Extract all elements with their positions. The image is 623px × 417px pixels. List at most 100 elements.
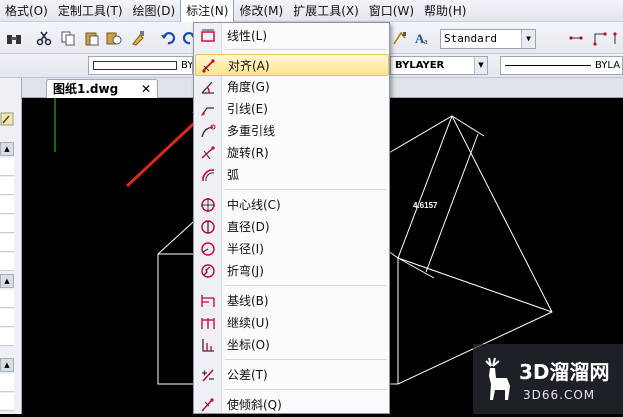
lineweight-value: BYLA: [595, 60, 621, 71]
radius-icon: [201, 242, 215, 256]
palette-group-collapse-icon[interactable]: ▲: [0, 274, 14, 288]
menu-modify[interactable]: 修改(M): [234, 0, 288, 22]
menu-item-label: 角度(G): [227, 80, 270, 94]
menu-item-ordinate[interactable]: 坐标(O): [195, 334, 389, 356]
paste-special-icon[interactable]: [106, 30, 122, 46]
palette-row[interactable]: [0, 290, 14, 308]
palette-edit-icon[interactable]: [0, 112, 14, 126]
linetype-combo[interactable]: BYLAYER ▼: [390, 56, 488, 75]
match-properties-icon[interactable]: [130, 30, 146, 46]
menu-item-radius[interactable]: 半径(I): [195, 238, 389, 260]
dim-style-icon[interactable]: [568, 30, 584, 46]
menu-item-label: 半径(I): [227, 242, 264, 256]
chevron-down-icon: ▼: [474, 57, 487, 74]
palette-row[interactable]: [0, 253, 14, 271]
lineweight-combo[interactable]: BYLA: [500, 56, 623, 75]
text-style-value: Standard: [444, 32, 497, 45]
menu-item-diameter[interactable]: 直径(D): [195, 216, 389, 238]
menu-item-oblique[interactable]: 使倾斜(Q): [195, 394, 389, 416]
angle-dim-icon: [201, 81, 214, 94]
text-style-select[interactable]: Standard ▼: [440, 29, 536, 49]
menu-item-aligned[interactable]: 对齐(A): [195, 54, 389, 76]
menu-item-baseline[interactable]: 基线(B): [195, 290, 389, 312]
diameter-icon: [201, 220, 215, 234]
cut-icon[interactable]: [36, 30, 52, 46]
menu-help[interactable]: 帮助(H): [419, 0, 471, 22]
document-tab-title: 图纸1.dwg: [53, 82, 119, 96]
close-icon[interactable]: ✕: [141, 80, 151, 98]
left-palette: ▲ ▲ ▲: [0, 78, 22, 414]
document-tab[interactable]: 图纸1.dwg ✕: [46, 79, 158, 98]
text-style-icon[interactable]: [392, 30, 408, 46]
menu-custom-tools[interactable]: 定制工具(T): [53, 0, 128, 22]
menu-item-label: 继续(U): [227, 316, 270, 330]
menu-extension-tools[interactable]: 扩展工具(X): [288, 0, 364, 22]
palette-row[interactable]: [0, 158, 14, 176]
linetype-value: BYLAYER: [395, 60, 445, 71]
arc-dim-icon: [202, 169, 215, 182]
menu-item-linear[interactable]: 线性(L): [195, 25, 389, 47]
baseline-icon: [201, 295, 215, 307]
palette-row[interactable]: [0, 328, 14, 346]
copy-icon[interactable]: [60, 30, 76, 46]
multileader-icon: [201, 124, 216, 138]
binoculars-icon[interactable]: [6, 30, 22, 46]
menu-bar: 格式(O) 定制工具(T) 绘图(D) 标注(N) 修改(M) 扩展工具(X) …: [0, 0, 623, 22]
palette-row[interactable]: [0, 215, 14, 233]
menu-draw[interactable]: 绘图(D): [128, 0, 181, 22]
menu-window[interactable]: 窗口(W): [364, 0, 419, 22]
menu-item-arc[interactable]: 弧: [195, 164, 389, 186]
paste-icon[interactable]: [84, 30, 100, 46]
continue-icon: [201, 318, 215, 329]
lineweight-swatch: [505, 64, 591, 66]
linear-dim-icon: [201, 29, 215, 42]
rotated-dim-icon: [201, 146, 215, 160]
ordinate-dim-icon[interactable]: [592, 30, 608, 46]
palette-row[interactable]: [0, 234, 14, 252]
menu-item-label: 折弯(J): [227, 264, 264, 278]
menu-item-leader[interactable]: 引线(E): [195, 98, 389, 120]
watermark-domain: 3D66.COM: [523, 388, 596, 402]
deer-logo-icon: [485, 357, 510, 400]
menu-item-continue[interactable]: 继续(U): [195, 312, 389, 334]
menu-separator: [225, 389, 387, 390]
menu-item-jogged[interactable]: 折弯(J): [195, 260, 389, 282]
tolerance-icon: [202, 369, 214, 382]
centerline-icon: [201, 198, 215, 212]
color-swatch: [93, 60, 177, 70]
menu-item-label: 基线(B): [227, 294, 269, 308]
menu-item-label: 弧: [227, 168, 240, 182]
menu-item-angle[interactable]: 角度(G): [195, 76, 389, 98]
palette-row[interactable]: [0, 393, 14, 411]
layer-color-combo[interactable]: BYL: [88, 56, 193, 75]
watermark-brand: 3D溜溜网: [519, 360, 610, 384]
menu-item-tolerance[interactable]: 公差(T): [195, 364, 389, 386]
menu-item-label: 引线(E): [227, 102, 268, 116]
menu-item-label: 直径(D): [227, 220, 270, 234]
menu-item-label: 线性(L): [227, 29, 268, 43]
undo-icon[interactable]: [160, 30, 176, 46]
palette-row[interactable]: [0, 374, 14, 392]
ordinate-icon: [202, 339, 214, 352]
menu-item-label: 对齐(A): [228, 59, 270, 73]
toolbar-overflow-icon[interactable]: [612, 30, 623, 46]
menu-item-multileader[interactable]: 多重引线: [195, 120, 389, 142]
menu-dimension[interactable]: 标注(N): [180, 0, 235, 22]
palette-group-collapse-icon[interactable]: ▲: [0, 358, 14, 372]
palette-row[interactable]: [0, 196, 14, 214]
jogged-icon: [201, 264, 215, 278]
leader-icon: [201, 107, 214, 116]
menu-item-label: 坐标(O): [227, 338, 270, 352]
palette-row[interactable]: [0, 177, 14, 195]
text-font-icon[interactable]: Aa: [414, 30, 430, 46]
menu-item-centerline[interactable]: 中心线(C): [195, 194, 389, 216]
color-value: BYL: [181, 60, 193, 71]
menu-format[interactable]: 格式(O): [0, 0, 53, 22]
menu-separator: [225, 359, 387, 360]
palette-row[interactable]: [0, 309, 14, 327]
svg-text:a: a: [424, 37, 428, 46]
dimension-text: 4.6157: [413, 201, 438, 210]
palette-group-collapse-icon[interactable]: ▲: [0, 142, 14, 156]
menu-separator: [225, 285, 387, 286]
menu-item-rotated[interactable]: 旋转(R): [195, 142, 389, 164]
